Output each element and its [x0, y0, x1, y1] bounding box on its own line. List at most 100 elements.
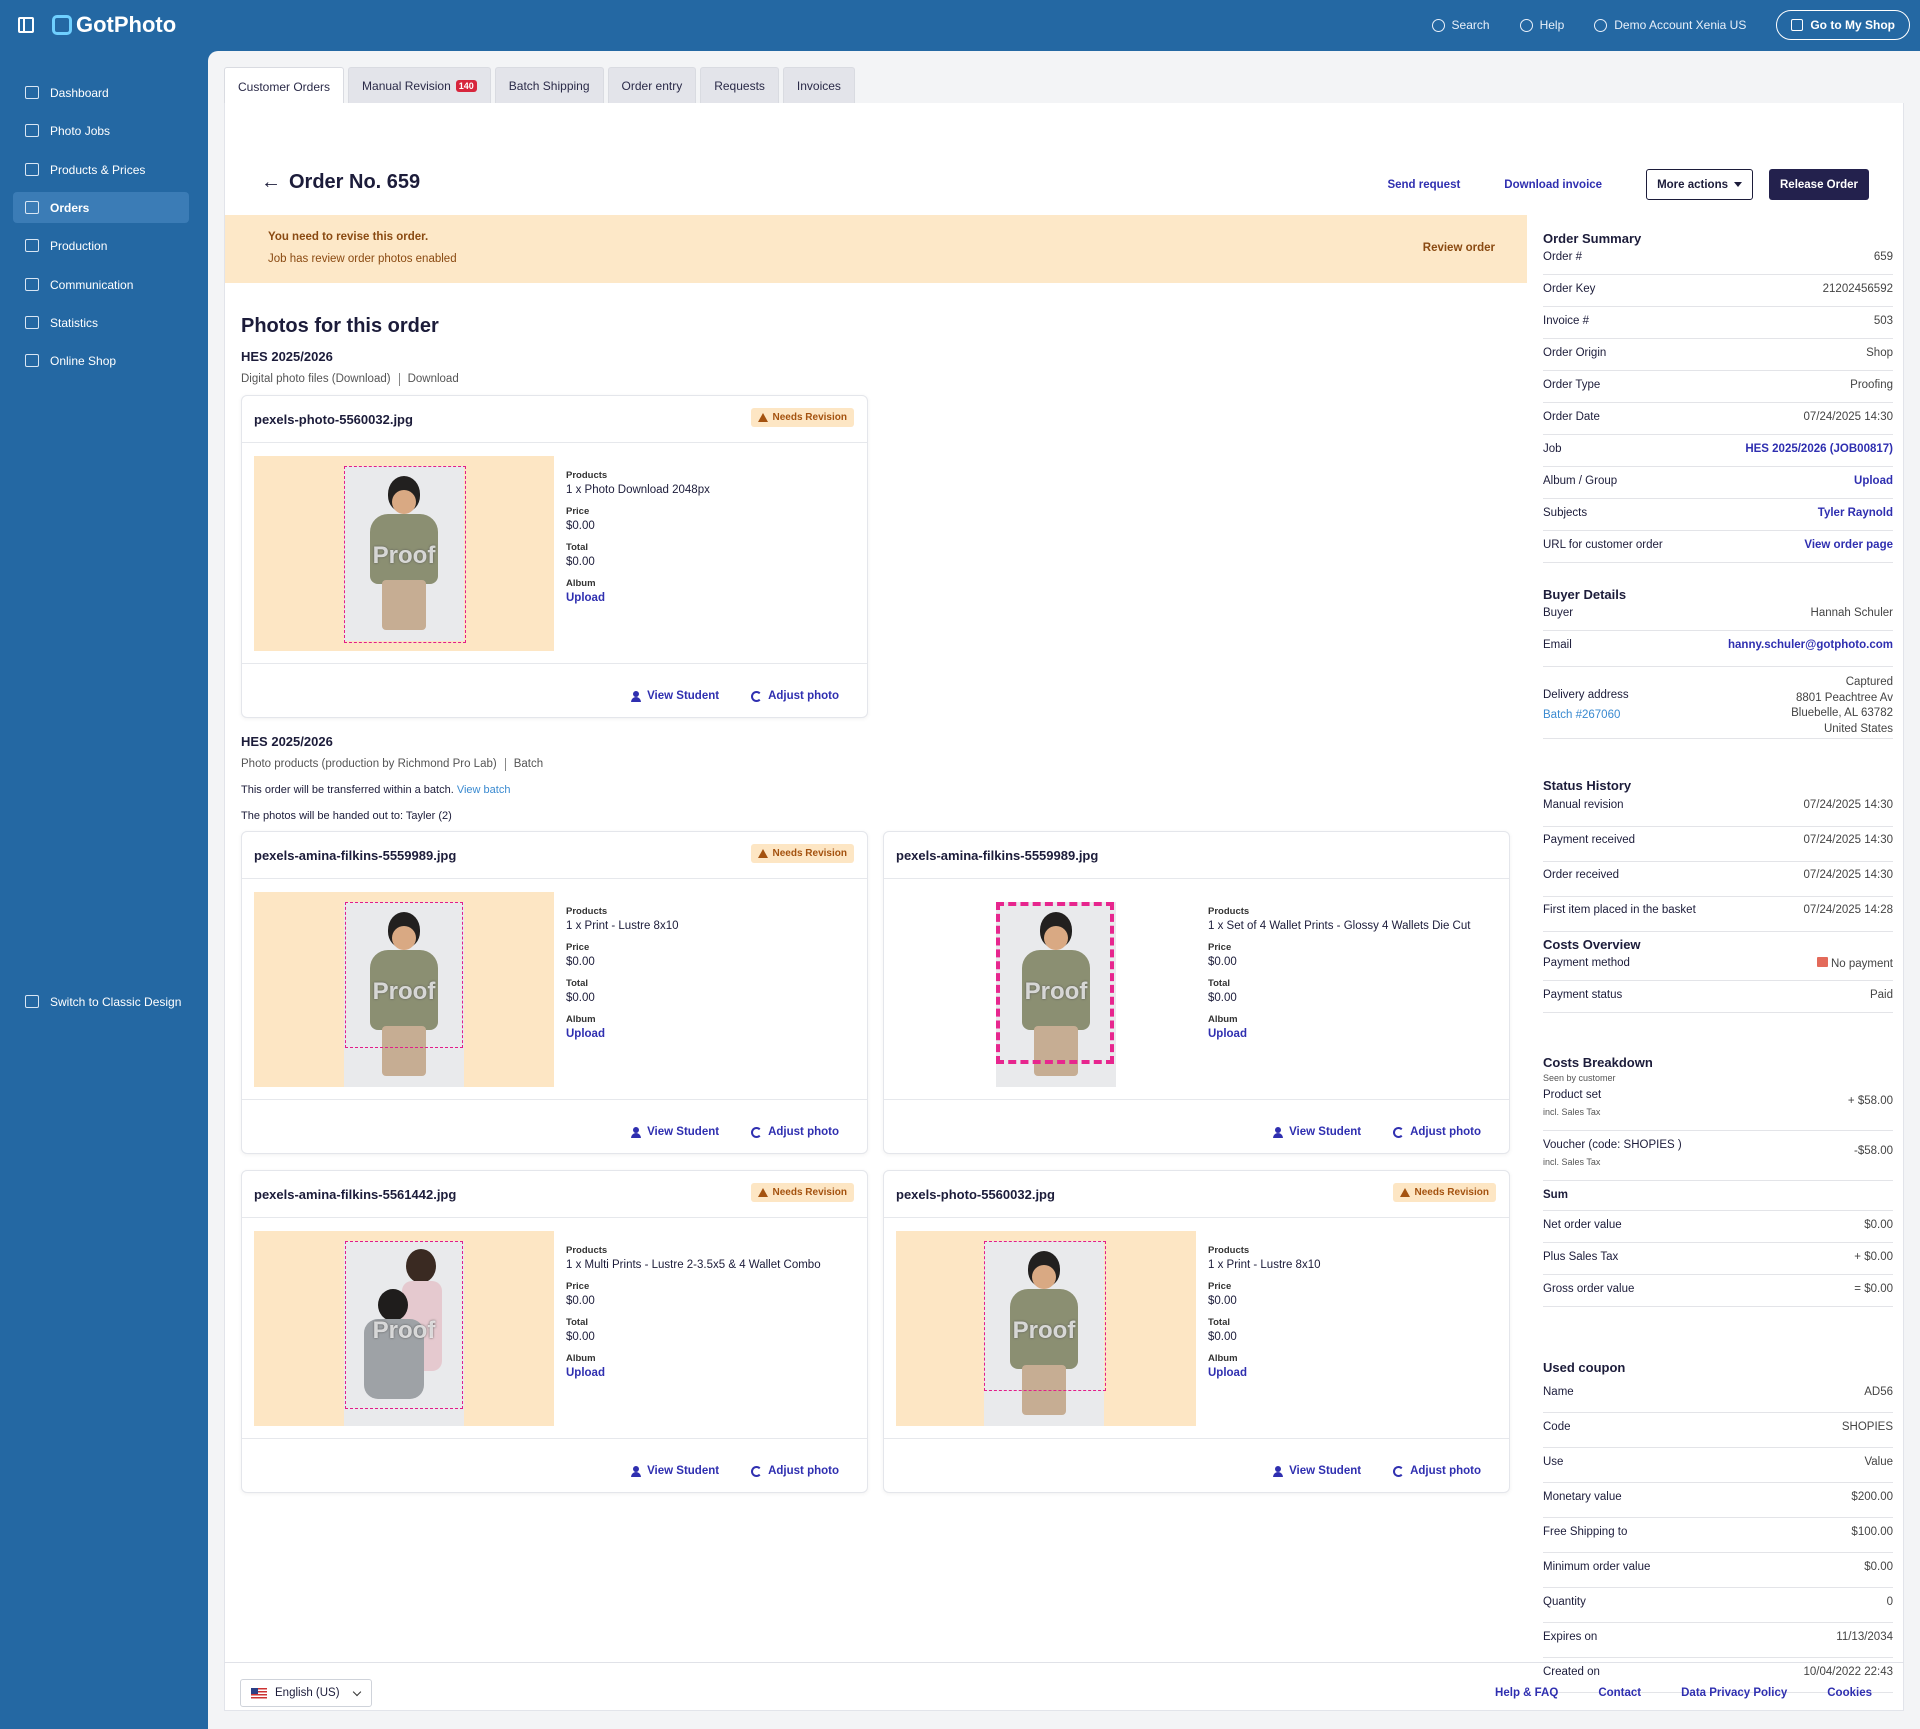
buyer-email-link[interactable]: hanny.schuler@gotphoto.com — [1728, 639, 1893, 651]
sidebar-item-label: Communication — [50, 277, 134, 292]
album-link[interactable]: Upload — [566, 592, 710, 604]
adjust-photo-button[interactable]: Adjust photo — [751, 1126, 839, 1138]
switch-classic-design[interactable]: Switch to Classic Design — [13, 986, 189, 1017]
back-arrow-icon[interactable]: ← — [261, 171, 281, 194]
view-student-button[interactable]: View Student — [1273, 1126, 1361, 1138]
view-student-button[interactable]: View Student — [631, 1126, 719, 1138]
status-row: First item placed in the basket 07/24/202… — [1543, 900, 1893, 932]
price-label: Price — [566, 1281, 590, 1292]
adjust-photo-button[interactable]: Adjust photo — [1393, 1126, 1481, 1138]
chevron-down-icon — [352, 1687, 361, 1696]
send-request-link[interactable]: Send request — [1387, 179, 1460, 191]
language-select[interactable]: English (US) — [240, 1679, 372, 1707]
tab-requests[interactable]: Requests — [700, 67, 779, 103]
tab-order-entry[interactable]: Order entry — [607, 67, 697, 103]
divider — [242, 442, 867, 443]
sidebar-item-orders[interactable]: Orders — [13, 192, 189, 223]
coupon-row: Minimum order value $0.00 — [1543, 1557, 1893, 1588]
album-link[interactable]: Upload — [1208, 1028, 1470, 1040]
album-link[interactable]: Upload — [566, 1028, 679, 1040]
divider — [398, 373, 400, 386]
sidebar-toggle-icon[interactable] — [18, 17, 34, 33]
view-student-button[interactable]: View Student — [631, 690, 719, 702]
price-label: Price — [566, 506, 590, 517]
sidebar-item-online-shop[interactable]: Online Shop — [13, 345, 189, 376]
cookies-link[interactable]: Cookies — [1827, 1687, 1872, 1699]
subject-link[interactable]: Tyler Raynold — [1818, 507, 1893, 519]
go-to-shop-button[interactable]: Go to My Shop — [1776, 10, 1910, 40]
more-actions-button[interactable]: More actions — [1646, 169, 1753, 200]
job-link[interactable]: HES 2025/2026 (JOB00817) — [1745, 443, 1893, 455]
coupon-key: Free Shipping to — [1543, 1526, 1628, 1538]
info-icon — [1519, 18, 1533, 32]
release-order-button[interactable]: Release Order — [1769, 169, 1869, 200]
total-label: Total — [1208, 978, 1230, 989]
photo-preview[interactable]: Proof — [254, 456, 554, 651]
cart-icon — [25, 163, 39, 176]
adjust-photo-button[interactable]: Adjust photo — [1393, 1465, 1481, 1477]
sidebar-item-photo-jobs[interactable]: Photo Jobs — [13, 115, 189, 146]
address-line: Captured — [1845, 676, 1893, 688]
status-history-title: Status History — [1543, 778, 1632, 793]
sidebar-item-products-prices[interactable]: Products & Prices — [13, 154, 189, 185]
payment-status-row: Payment status Paid — [1543, 985, 1893, 1013]
total-value: $0.00 — [566, 992, 595, 1004]
sidebar-item-dashboard[interactable]: Dashboard — [13, 77, 189, 108]
adjust-photo-label: Adjust photo — [768, 1465, 839, 1477]
search-button[interactable]: Search — [1431, 18, 1490, 32]
view-batch-link[interactable]: View batch — [457, 784, 511, 796]
sidebar-item-production[interactable]: Production — [13, 230, 189, 261]
sidebar-item-label: Dashboard — [50, 85, 109, 100]
needs-revision-text: Needs Revision — [1414, 1187, 1489, 1198]
voucher-row: Voucher (code: SHOPIES ) incl. Sales Tax -… — [1543, 1135, 1893, 1181]
summary-key: Order # — [1543, 251, 1582, 263]
view-student-button[interactable]: View Student — [631, 1465, 719, 1477]
photo-filename: pexels-amina-filkins-5559989.jpg — [896, 848, 1099, 863]
adjust-photo-button[interactable]: Adjust photo — [751, 690, 839, 702]
view-student-label: View Student — [647, 1126, 720, 1138]
coupon-key: Monetary value — [1543, 1491, 1622, 1503]
album-group-link[interactable]: Upload — [1854, 475, 1893, 487]
account-menu[interactable]: Demo Account Xenia US — [1594, 18, 1746, 32]
price-value: $0.00 — [1208, 1295, 1237, 1307]
album-link[interactable]: Upload — [566, 1367, 821, 1379]
privacy-policy-link[interactable]: Data Privacy Policy — [1681, 1687, 1787, 1699]
coupon-value: 0 — [1886, 1596, 1893, 1608]
review-order-link[interactable]: Review order — [1423, 242, 1495, 254]
app-logo[interactable]: GotPhoto — [52, 12, 176, 38]
photo-preview[interactable]: Proof — [896, 1231, 1196, 1426]
price-value: $0.00 — [1208, 956, 1237, 968]
sidebar-item-communication[interactable]: Communication — [13, 269, 189, 300]
summary-key: Album / Group — [1543, 475, 1618, 487]
delivery-key: Delivery address — [1543, 689, 1629, 701]
tab-invoices[interactable]: Invoices — [782, 67, 855, 103]
breakdown-key: Plus Sales Tax — [1543, 1251, 1619, 1263]
album-link[interactable]: Upload — [1208, 1367, 1321, 1379]
net-value-row: Net order value $0.00 — [1543, 1215, 1893, 1243]
sidebar-item-statistics[interactable]: Statistics — [13, 307, 189, 338]
products-label: Products — [566, 1245, 608, 1256]
summary-row-album: Album / Group Upload — [1543, 471, 1893, 499]
tab-customer-orders[interactable]: Customer Orders — [224, 67, 345, 105]
voucher-key: Voucher (code: SHOPIES ) — [1543, 1139, 1682, 1151]
adjust-photo-button[interactable]: Adjust photo — [751, 1465, 839, 1477]
group-title: HES 2025/2026 — [241, 349, 333, 364]
summary-row-order-key: Order Key 21202456592 — [1543, 279, 1893, 307]
photo-preview[interactable]: Proof — [254, 892, 554, 1087]
batch-link[interactable]: Batch #267060 — [1543, 709, 1629, 721]
help-button[interactable]: Help — [1519, 18, 1564, 32]
person-icon — [631, 690, 642, 702]
coupon-key: Expires on — [1543, 1631, 1598, 1643]
download-invoice-link[interactable]: Download invoice — [1504, 179, 1602, 191]
photo-preview[interactable]: Proof — [254, 1231, 554, 1426]
tab-batch-shipping[interactable]: Batch Shipping — [494, 67, 604, 103]
view-student-button[interactable]: View Student — [1273, 1465, 1361, 1477]
tab-manual-revision[interactable]: Manual Revision 140 — [348, 67, 491, 103]
group-subtitle: Digital photo files (Download) Download — [241, 373, 459, 386]
breakdown-key: Gross order value — [1543, 1283, 1635, 1295]
status-key: Payment received — [1543, 834, 1636, 846]
contact-link[interactable]: Contact — [1598, 1687, 1641, 1699]
view-order-page-link[interactable]: View order page — [1804, 539, 1893, 551]
help-faq-link[interactable]: Help & FAQ — [1495, 1687, 1558, 1699]
photo-preview[interactable]: Proof — [896, 892, 1196, 1087]
